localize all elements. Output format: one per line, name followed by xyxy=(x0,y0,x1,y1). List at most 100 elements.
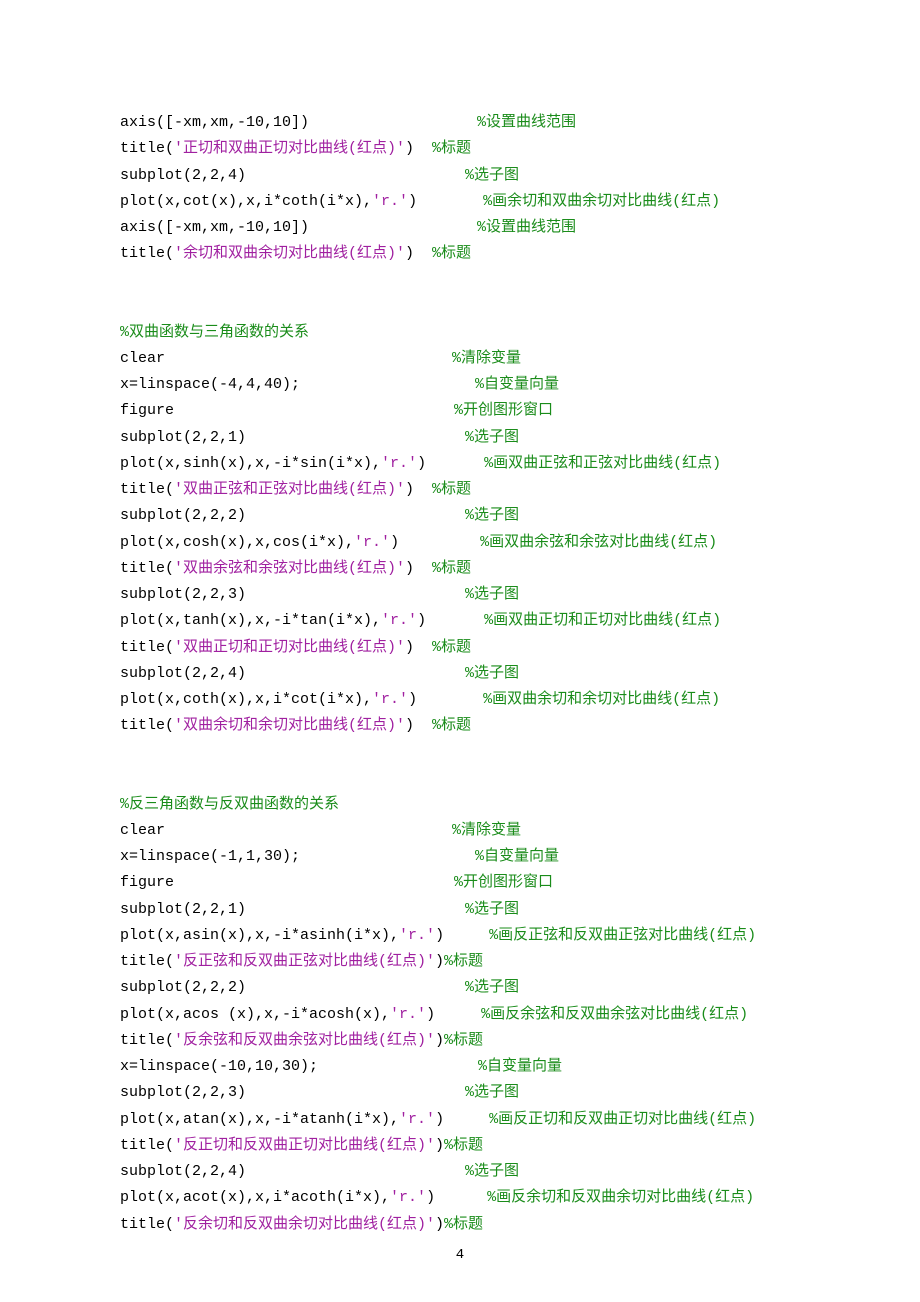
code-token: plot(x,acos (x),x,-i*acosh(x), xyxy=(120,1006,390,1023)
code-token: ) xyxy=(405,481,414,498)
string-literal: 'r.' xyxy=(390,1189,426,1206)
string-literal: 'r.' xyxy=(381,612,417,629)
code-line: subplot(2,2,3)%选子图 xyxy=(120,1080,800,1106)
code-line: subplot(2,2,4)%选子图 xyxy=(120,1159,800,1185)
comment: %设置曲线范围 xyxy=(477,219,576,236)
comment: %画反正切和反双曲正切对比曲线(红点) xyxy=(489,1111,756,1128)
code-span: title('反正切和反双曲正切对比曲线(红点)') xyxy=(120,1137,444,1154)
code-line: title('反正弦和反双曲正弦对比曲线(红点)')%标题 xyxy=(120,949,800,975)
block-spacer xyxy=(120,294,800,320)
code-line: figure%开创图形窗口 xyxy=(120,870,800,896)
code-line: axis([-xm,xm,-10,10]) %设置曲线范围 xyxy=(120,110,800,136)
code-span: title('双曲余切和余切对比曲线(红点)') xyxy=(120,717,414,734)
code-token: ) xyxy=(435,927,444,944)
code-token: plot(x,coth(x),x,i*cot(i*x), xyxy=(120,691,372,708)
code-span: subplot(2,2,3) xyxy=(120,586,246,603)
code-span: plot(x,acot(x),x,i*acoth(i*x),'r.') xyxy=(120,1189,435,1206)
comment: %自变量向量 xyxy=(475,376,559,393)
code-span: x=linspace(-10,10,30); xyxy=(120,1058,318,1075)
string-literal: '反余切和反双曲余切对比曲线(红点)' xyxy=(174,1216,435,1233)
code-span: title('余切和双曲余切对比曲线(红点)') xyxy=(120,245,414,262)
code-line: clear%清除变量 xyxy=(120,818,800,844)
code-span: x=linspace(-4,4,40); xyxy=(120,376,300,393)
comment: %清除变量 xyxy=(452,350,521,367)
code-line: figure %开创图形窗口 xyxy=(120,398,800,424)
comment: %画反正弦和反双曲正弦对比曲线(红点) xyxy=(489,927,756,944)
string-literal: '反正切和反双曲正切对比曲线(红点)' xyxy=(174,1137,435,1154)
string-literal: '双曲余弦和余弦对比曲线(红点)' xyxy=(174,560,405,577)
comment: %画余切和双曲余切对比曲线(红点) xyxy=(483,193,720,210)
code-span: plot(x,coth(x),x,i*cot(i*x),'r.') xyxy=(120,691,417,708)
code-token: title( xyxy=(120,953,174,970)
code-line: title('双曲正弦和正弦对比曲线(红点)')%标题 xyxy=(120,477,800,503)
code-line: x=linspace(-4,4,40); %自变量向量 xyxy=(120,372,800,398)
code-line: x=linspace(-10,10,30);%自变量向量 xyxy=(120,1054,800,1080)
comment: %画反余切和反双曲余切对比曲线(红点) xyxy=(487,1189,754,1206)
code-token: x=linspace(-4,4,40); xyxy=(120,376,300,393)
code-span: title('双曲正弦和正弦对比曲线(红点)') xyxy=(120,481,414,498)
comment: %画双曲余切和余切对比曲线(红点) xyxy=(483,691,720,708)
code-span: plot(x,tanh(x),x,-i*tan(i*x),'r.') xyxy=(120,612,426,629)
code-token: ) xyxy=(405,639,414,656)
code-span: title('双曲余弦和余弦对比曲线(红点)') xyxy=(120,560,414,577)
code-token: subplot(2,2,3) xyxy=(120,586,246,603)
code-line: title('正切和双曲正切对比曲线(红点)')%标题 xyxy=(120,136,800,162)
code-line: %双曲函数与三角函数的关系 xyxy=(120,320,800,346)
code-span: axis([-xm,xm,-10,10]) xyxy=(120,219,309,236)
code-token: ) xyxy=(435,1111,444,1128)
code-line: title('双曲正切和正切对比曲线(红点)')%标题 xyxy=(120,635,800,661)
comment: %选子图 xyxy=(465,1163,519,1180)
comment: %画双曲余弦和余弦对比曲线(红点) xyxy=(480,534,717,551)
code-span: plot(x,asin(x),x,-i*asinh(i*x),'r.') xyxy=(120,927,444,944)
code-token: title( xyxy=(120,140,174,157)
code-span: figure xyxy=(120,402,174,419)
code-token: ) xyxy=(408,193,417,210)
comment: %画双曲正切和正切对比曲线(红点) xyxy=(484,612,721,629)
code-line: title('反正切和反双曲正切对比曲线(红点)')%标题 xyxy=(120,1133,800,1159)
code-line: subplot(2,2,4)%选子图 xyxy=(120,661,800,687)
code-line: title('双曲余切和余切对比曲线(红点)')%标题 xyxy=(120,713,800,739)
code-span: plot(x,cot(x),x,i*coth(i*x),'r.') xyxy=(120,193,417,210)
string-literal: 'r.' xyxy=(399,1111,435,1128)
code-line: title('反余切和反双曲余切对比曲线(红点)')%标题 xyxy=(120,1212,800,1238)
code-token: ) xyxy=(435,1032,444,1049)
comment: %开创图形窗口 xyxy=(454,402,553,419)
code-token: axis([-xm,xm,-10,10]) xyxy=(120,114,309,131)
code-token: subplot(2,2,1) xyxy=(120,429,246,446)
code-span: subplot(2,2,1) xyxy=(120,901,246,918)
code-token: ) xyxy=(405,245,414,262)
code-token: subplot(2,2,2) xyxy=(120,507,246,524)
code-token: ) xyxy=(426,1189,435,1206)
code-token: axis([-xm,xm,-10,10]) xyxy=(120,219,309,236)
code-token: plot(x,acot(x),x,i*acoth(i*x), xyxy=(120,1189,390,1206)
code-line: title('反余弦和反双曲余弦对比曲线(红点)')%标题 xyxy=(120,1028,800,1054)
code-token: title( xyxy=(120,560,174,577)
comment: %标题 xyxy=(432,245,471,262)
code-token: ) xyxy=(405,140,414,157)
comment: %标题 xyxy=(444,1216,483,1233)
code-span: plot(x,acos (x),x,-i*acosh(x),'r.') xyxy=(120,1006,435,1023)
page-number: 4 xyxy=(0,1243,920,1268)
code-line: plot(x,tanh(x),x,-i*tan(i*x),'r.') %画双曲正切… xyxy=(120,608,800,634)
code-token: x=linspace(-10,10,30); xyxy=(120,1058,318,1075)
code-line: axis([-xm,xm,-10,10]) %设置曲线范围 xyxy=(120,215,800,241)
code-line: clear%清除变量 xyxy=(120,346,800,372)
comment: %设置曲线范围 xyxy=(477,114,576,131)
code-line: subplot(2,2,3)%选子图 xyxy=(120,582,800,608)
string-literal: '反余弦和反双曲余弦对比曲线(红点)' xyxy=(174,1032,435,1049)
comment: %选子图 xyxy=(465,429,519,446)
string-literal: 'r.' xyxy=(390,1006,426,1023)
code-span: x=linspace(-1,1,30); xyxy=(120,848,300,865)
block-spacer xyxy=(120,766,800,792)
code-token: ) xyxy=(426,1006,435,1023)
code-line: plot(x,cot(x),x,i*coth(i*x),'r.') %画余切和双曲… xyxy=(120,189,800,215)
string-literal: 'r.' xyxy=(372,691,408,708)
code-token: ) xyxy=(435,953,444,970)
code-content: axis([-xm,xm,-10,10]) %设置曲线范围 title('正切和双曲… xyxy=(120,110,800,1238)
code-line: subplot(2,2,1) %选子图 xyxy=(120,425,800,451)
code-token: plot(x,atan(x),x,-i*atanh(i*x), xyxy=(120,1111,399,1128)
code-token: title( xyxy=(120,717,174,734)
code-token: title( xyxy=(120,245,174,262)
code-span: subplot(2,2,3) xyxy=(120,1084,246,1101)
code-token: subplot(2,2,4) xyxy=(120,665,246,682)
